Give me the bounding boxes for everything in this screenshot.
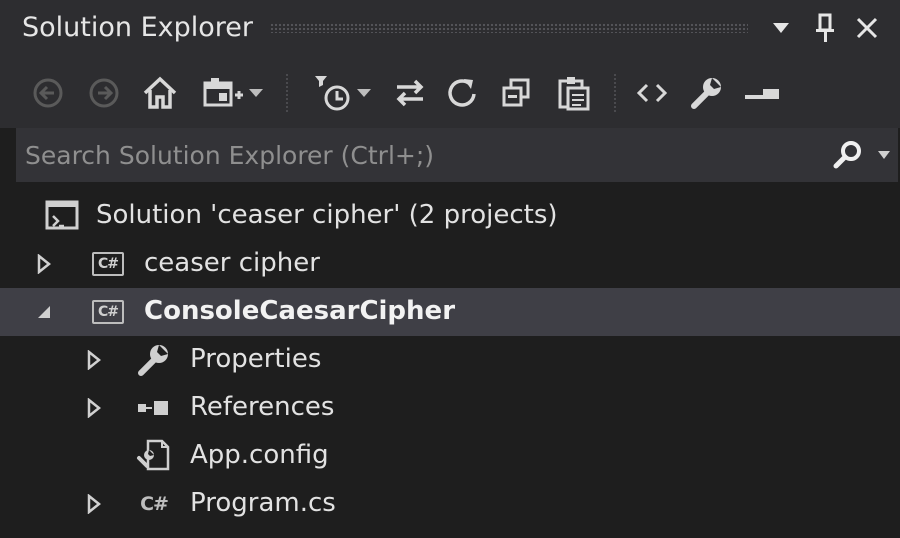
toolbar-separator (286, 74, 288, 112)
code-brackets-icon (637, 83, 667, 103)
csharp-project-icon: C# (90, 294, 126, 330)
tree-item-references[interactable]: References (0, 384, 900, 432)
show-all-files-icon (558, 77, 590, 111)
chevron-down-icon (773, 23, 789, 33)
window-title: Solution Explorer (22, 12, 253, 43)
collapse-all-button[interactable] (496, 72, 536, 114)
expand-arrow-icon[interactable] (32, 240, 56, 288)
title-bar: Solution Explorer (0, 0, 900, 58)
wrench-icon (691, 78, 721, 109)
tree-item-solution[interactable]: Solution 'ceaser cipher' (2 projects) (0, 192, 900, 240)
expand-arrow-icon[interactable] (82, 384, 106, 432)
home-icon (143, 76, 177, 109)
tree-item-label: References (190, 392, 335, 422)
search-button[interactable] (828, 134, 868, 176)
home-button[interactable] (138, 72, 182, 114)
tree-item-label: ConsoleCaesarCipher (144, 296, 456, 326)
arrow-right-circle-icon (89, 78, 119, 108)
switch-views-button[interactable] (194, 72, 270, 114)
collapse-arrow-icon[interactable] (32, 288, 56, 336)
toolbar-separator (614, 74, 616, 112)
tree-item-project-ceaser-cipher[interactable]: C# ceaser cipher (0, 240, 900, 288)
tree-item-properties[interactable]: Properties (0, 336, 900, 384)
switch-views-icon (203, 78, 243, 107)
pending-changes-filter-button[interactable] (306, 72, 378, 114)
back-button[interactable] (28, 72, 68, 114)
tree-item-label: App.config (190, 440, 329, 470)
search-options-dropdown[interactable] (872, 134, 896, 176)
csharp-file-icon: C# (140, 493, 169, 515)
search-icon (833, 141, 861, 169)
wrench-icon (136, 342, 172, 378)
collapse-all-icon (502, 78, 530, 107)
csharp-project-icon: C# (90, 246, 126, 282)
sync-with-active-document-button[interactable] (390, 72, 430, 114)
auto-hide-pin-button[interactable] (808, 8, 842, 48)
chevron-down-icon (249, 89, 263, 97)
solution-explorer-window: Solution Explorer Search Solution Explor… (0, 0, 900, 538)
expand-arrow-icon[interactable] (82, 480, 106, 528)
tree-item-label: Program.cs (190, 488, 336, 518)
tree-item-app-config[interactable]: App.config (0, 432, 900, 480)
preview-icon (745, 89, 779, 99)
tree-item-label: ceaser cipher (144, 248, 320, 278)
refresh-button[interactable] (442, 72, 482, 114)
show-all-files-button[interactable] (552, 72, 596, 114)
toolbar (0, 58, 900, 128)
chevron-down-icon (357, 89, 371, 97)
preview-selected-items-button[interactable] (740, 72, 784, 114)
refresh-icon (448, 79, 476, 107)
tree-item-label: Solution 'ceaser cipher' (2 projects) (96, 200, 558, 230)
references-icon (136, 390, 172, 426)
config-file-icon (136, 438, 172, 474)
tree-item-project-consolecaesarcipher[interactable]: C# ConsoleCaesarCipher (0, 288, 900, 336)
close-icon (856, 17, 878, 39)
sync-arrows-icon (396, 79, 424, 107)
solution-tree: Solution 'ceaser cipher' (2 projects) C#… (0, 186, 900, 538)
view-code-button[interactable] (630, 72, 674, 114)
chevron-down-icon (878, 151, 890, 159)
window-position-dropdown-button[interactable] (764, 8, 798, 48)
arrow-left-circle-icon (33, 78, 63, 108)
properties-button[interactable] (686, 72, 728, 114)
forward-button[interactable] (84, 72, 124, 114)
clock-filter-icon (315, 76, 350, 111)
search-box (16, 128, 898, 182)
tree-item-label: Properties (190, 344, 322, 374)
expand-arrow-icon[interactable] (82, 336, 106, 384)
solution-icon (44, 198, 80, 234)
search-input[interactable] (16, 128, 816, 182)
drag-grip[interactable] (270, 23, 748, 33)
tree-item-program-cs[interactable]: C# Program.cs (0, 480, 900, 528)
pin-icon (816, 13, 834, 42)
close-button[interactable] (850, 8, 884, 48)
